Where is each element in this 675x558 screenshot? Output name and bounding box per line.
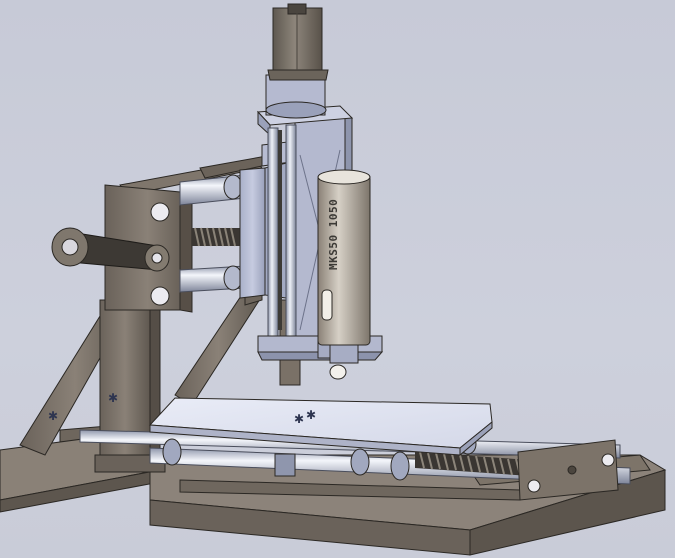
pulley-icon (51, 227, 89, 267)
cad-viewport: MKS50 1050 ✱ ✱ ✱ ✱ (0, 0, 675, 558)
origin-marker-icon: ✱ (306, 408, 316, 422)
cnc-model: MKS50 1050 ✱ ✱ ✱ ✱ (0, 3, 667, 556)
origin-marker-icon: ✱ (108, 391, 118, 405)
z-stepper-motor (265, 3, 329, 119)
origin-marker-icon: ✱ (294, 412, 304, 426)
origin-marker-icon: ✱ (48, 409, 58, 423)
spring-icon (192, 227, 240, 247)
spindle-label: MKS50 1050 (327, 199, 340, 270)
